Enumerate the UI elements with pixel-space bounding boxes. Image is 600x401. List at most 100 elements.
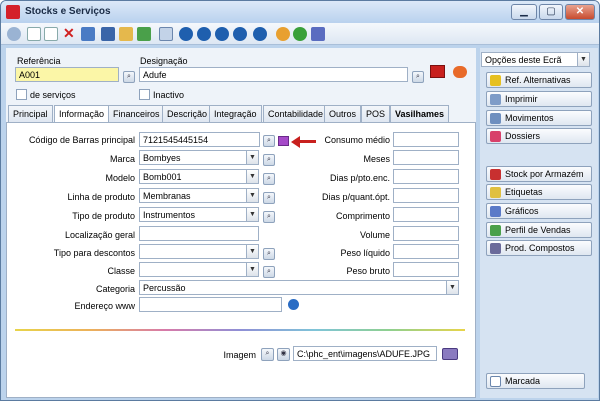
imprimir-button[interactable]: Imprimir [486,91,592,107]
prod-compostos-button[interactable]: Prod. Compostos [486,240,592,256]
tab-informacao[interactable]: Informação [54,105,110,123]
servicos-checkbox[interactable] [16,89,27,100]
referencia-lookup-icon[interactable]: ⌕ [123,71,135,83]
consumo-label: Consumo médio [324,135,390,145]
codigo-lookup-icon[interactable]: ⌕ [263,135,275,147]
referencia-input[interactable]: A001 [15,67,119,82]
open-url-icon[interactable] [288,299,299,310]
categoria-label: Categoria [95,284,135,294]
previous-record-icon[interactable] [197,27,211,41]
etiquetas-button[interactable]: Etiquetas [486,184,592,200]
image-view-icon[interactable] [442,348,458,360]
tab-outros[interactable]: Outros [324,105,362,122]
inactivo-checkbox[interactable] [139,89,150,100]
classe-select[interactable]: ▼ [139,262,259,277]
options-label: Opções deste Ecrã [485,55,562,65]
comprimento-input[interactable] [393,207,459,222]
tab-financeiros[interactable]: Financeiros [108,105,165,122]
close-button[interactable]: ✕ [565,4,595,20]
marca-select[interactable]: Bombyes ▼ [139,150,259,165]
movimentos-button[interactable]: Movimentos [486,110,592,126]
marcada-toggle[interactable]: Marcada [486,373,585,389]
camera-icon[interactable]: ◉ [277,348,290,361]
peso-liquido-input[interactable] [393,244,459,259]
image-browse-icon[interactable]: ⌕ [261,348,274,361]
imagem-input[interactable]: C:\phc_ent\imagens\ADUFE.JPG [293,346,437,361]
minimize-button[interactable]: ▁ [511,4,537,20]
designacao-lookup-icon[interactable]: ⌕ [412,71,424,83]
descontos-lookup-icon[interactable]: ⌕ [263,248,275,260]
ref-alternativas-button[interactable]: Ref. Alternativas [486,72,592,88]
graficos-button[interactable]: Gráficos [486,203,592,219]
perfil-vendas-button[interactable]: Perfil de Vendas [486,222,592,238]
descontos-select[interactable]: ▼ [139,244,259,259]
stock-armazem-button[interactable]: Stock por Armazém [486,166,592,182]
tab-pos[interactable]: POS [361,105,391,122]
duplicate-icon[interactable] [44,27,58,41]
maximize-button[interactable]: ▢ [539,4,563,20]
consumo-input[interactable] [393,132,459,147]
options-select[interactable]: Opções deste Ecrã ▼ [481,52,590,67]
next-record-icon[interactable] [215,27,229,41]
print-preview-icon[interactable] [159,27,173,41]
linha-select[interactable]: Membranas ▼ [139,188,259,203]
favorites-icon[interactable] [276,27,290,41]
tab-vasilhames[interactable]: Vasilhames [390,105,450,122]
dossiers-button[interactable]: Dossiers [486,128,592,144]
edit-icon[interactable] [81,27,95,41]
dias-pto-input[interactable] [393,169,459,184]
volume-label: Volume [359,230,390,240]
volume-input[interactable] [393,226,459,241]
tab-descricao[interactable]: Descrição [162,105,213,122]
folder-icon[interactable] [119,27,133,41]
chevron-down-icon[interactable]: ▼ [246,263,258,276]
tipo-lookup-icon[interactable]: ⌕ [263,211,275,223]
undo-icon[interactable] [453,66,467,78]
chevron-down-icon[interactable]: ▼ [246,189,258,202]
linha-lookup-icon[interactable]: ⌕ [263,192,275,204]
categoria-select[interactable]: Percussão ▼ [139,280,459,295]
localizacao-input[interactable] [139,226,259,241]
modelo-lookup-icon[interactable]: ⌕ [263,173,275,185]
first-record-icon[interactable] [179,27,193,41]
chevron-down-icon[interactable]: ▼ [446,281,458,294]
sync-icon[interactable] [293,27,307,41]
designacao-label: Designação [140,56,188,66]
marcada-checkbox[interactable] [490,376,501,387]
tab-contabilidade[interactable]: Contabilidade [263,105,329,122]
refresh-icon[interactable] [137,27,151,41]
grid-icon[interactable] [101,27,115,41]
last-record-icon[interactable] [233,27,247,41]
comprimento-label: Comprimento [335,211,390,221]
navigate-icon[interactable] [253,27,267,41]
tab-principal[interactable]: Principal [8,105,53,122]
chevron-down-icon[interactable]: ▼ [577,53,589,66]
endereco-input[interactable] [139,297,282,312]
shortcut-icon[interactable] [311,27,325,41]
chevron-down-icon[interactable]: ▼ [246,208,258,221]
inactivo-label: Inactivo [153,90,185,100]
tipo-select[interactable]: Instrumentos ▼ [139,207,259,222]
chevron-down-icon[interactable]: ▼ [246,245,258,258]
codigo-input[interactable]: 7121545445154 [139,132,260,147]
search-icon[interactable] [7,27,21,41]
photo-icon[interactable] [430,65,445,78]
servicos-label: de serviços [30,90,76,100]
modelo-select[interactable]: Bomb001 ▼ [139,169,259,184]
new-record-icon[interactable] [27,27,41,41]
designacao-input[interactable]: Adufe [139,67,408,82]
meses-input[interactable] [393,150,459,165]
chart-icon [490,206,501,217]
marca-lookup-icon[interactable]: ⌕ [263,154,275,166]
movements-icon [490,113,501,124]
tab-integracao[interactable]: Integração [209,105,262,122]
chevron-down-icon[interactable]: ▼ [246,151,258,164]
chevron-down-icon[interactable]: ▼ [246,170,258,183]
barcode-icon[interactable] [278,136,289,146]
dias-quant-input[interactable] [393,188,459,203]
referencia-label: Referência [17,56,61,66]
composite-products-icon [490,243,501,254]
classe-lookup-icon[interactable]: ⌕ [263,266,275,278]
peso-bruto-input[interactable] [393,262,459,277]
delete-icon[interactable]: ✕ [63,26,77,41]
